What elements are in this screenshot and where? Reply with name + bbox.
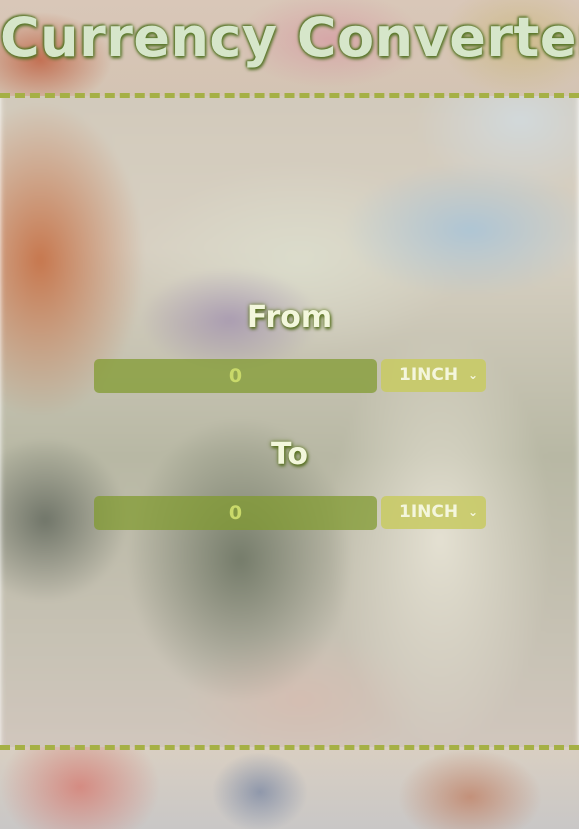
to-currency-select[interactable]: 1INCH ⌄ xyxy=(381,496,486,529)
chevron-down-icon: ⌄ xyxy=(467,505,478,519)
header-divider xyxy=(0,93,579,98)
to-amount-input[interactable] xyxy=(94,496,377,530)
from-label: From xyxy=(246,300,333,335)
from-currency-value: 1INCH xyxy=(399,365,459,385)
chevron-down-icon: ⌄ xyxy=(467,368,478,382)
to-label: To xyxy=(270,437,309,472)
to-currency-value: 1INCH xyxy=(399,502,459,522)
page-title: Currency Converter xyxy=(0,6,579,69)
footer-divider xyxy=(0,745,579,750)
background-banknotes-image xyxy=(0,0,579,829)
from-amount-input[interactable] xyxy=(94,359,377,393)
from-currency-select[interactable]: 1INCH ⌄ xyxy=(381,359,486,392)
footer-banner xyxy=(0,747,579,829)
